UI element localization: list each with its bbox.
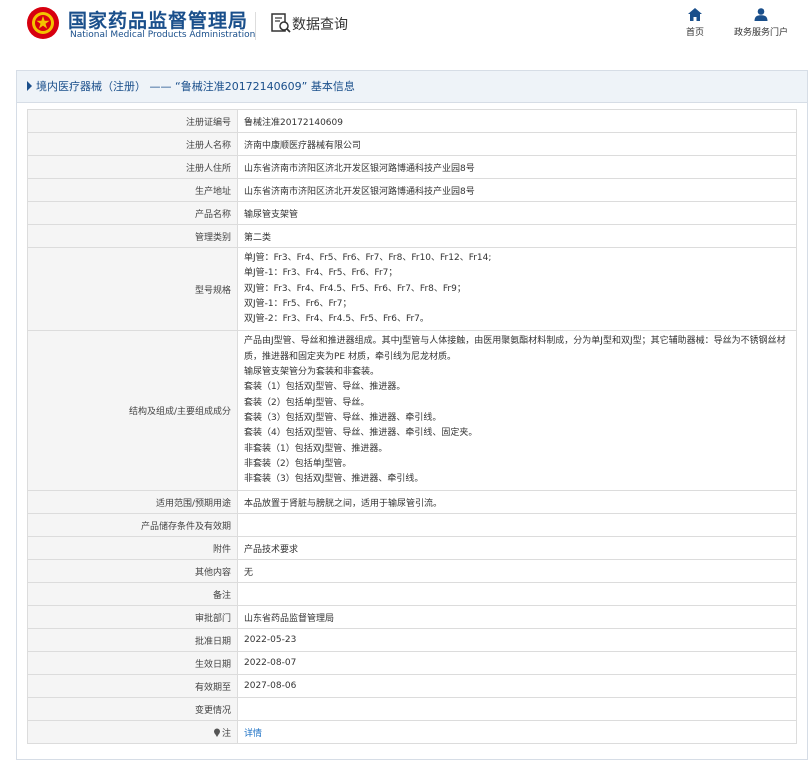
structure-line: 非套装（3）包括双J型管、推进器、牵引线。 xyxy=(244,474,424,485)
table-row: 有效期至 2027-08-06 xyxy=(27,674,797,699)
table-row: 备注 xyxy=(27,582,797,607)
field-value xyxy=(237,582,797,607)
structure-line: 套装（3）包括双J型管、导丝、推进器、牵引线。 xyxy=(244,412,442,423)
table-row: 审批部门 山东省药品监督管理局 xyxy=(27,605,797,630)
field-value: 第二类 xyxy=(237,224,797,248)
field-label: 变更情况 xyxy=(27,697,238,722)
model-line: 双J管-2：Fr3、Fr4、Fr4.5、Fr5、Fr6、Fr7。 xyxy=(244,314,429,325)
model-line: 双J管-1：Fr5、Fr6、Fr7； xyxy=(244,298,352,309)
user-icon xyxy=(754,8,768,21)
field-value: 山东省药品监督管理局 xyxy=(237,605,797,630)
field-label: 注册证编号 xyxy=(27,109,238,133)
structure-line: 非套装（1）包括双J型管、推进器。 xyxy=(244,443,388,454)
field-label: 有效期至 xyxy=(27,674,238,699)
table-row: 附件 产品技术要求 xyxy=(27,536,797,561)
table-row: 变更情况 xyxy=(27,697,797,722)
table-row: 注册人名称 济南中康顺医疗器械有限公司 xyxy=(27,132,797,156)
structure-line: 套装（2）包括单J型管、导丝。 xyxy=(244,397,370,408)
field-value: 产品由J型管、导丝和推进器组成。其中J型管与人体接触，由医用聚氨酯材料制成，分为… xyxy=(237,330,797,492)
note-label: 注 xyxy=(221,728,231,739)
header-divider xyxy=(255,12,256,40)
pin-icon xyxy=(213,728,220,737)
model-line: 双J管：Fr3、Fr4、Fr4.5、Fr5、Fr6、Fr7、Fr8、Fr9； xyxy=(244,283,466,294)
structure-line: 非套装（2）包括单J型管。 xyxy=(244,458,352,469)
field-value: 单J管：Fr3、Fr4、Fr5、Fr6、Fr7、Fr8、Fr10、Fr12、Fr… xyxy=(237,246,797,332)
table-row: 产品储存条件及有效期 xyxy=(27,513,797,538)
field-value: 济南中康顺医疗器械有限公司 xyxy=(237,132,797,156)
field-value: 山东省济南市济阳区济北开发区银河路博通科技产业园8号 xyxy=(237,155,797,179)
detail-table: 注册证编号 鲁械注准20172140609 注册人名称 济南中康顺医疗器械有限公… xyxy=(27,109,797,745)
field-label: 备注 xyxy=(27,582,238,607)
home-icon xyxy=(688,8,702,21)
brand-name-en: National Medical Products Administration xyxy=(70,30,256,40)
field-value: 输尿管支架管 xyxy=(237,201,797,225)
brand-name-cn: 国家药品监督管理局 xyxy=(68,10,249,32)
table-row: 注册证编号 鲁械注准20172140609 xyxy=(27,109,797,133)
table-row: 型号规格 单J管：Fr3、Fr4、Fr5、Fr6、Fr7、Fr8、Fr10、Fr… xyxy=(27,246,797,332)
field-value xyxy=(237,513,797,538)
field-label: 注册人住所 xyxy=(27,155,238,179)
table-row: 生产地址 山东省济南市济阳区济北开发区银河路博通科技产业园8号 xyxy=(27,178,797,202)
field-label: 其他内容 xyxy=(27,559,238,584)
table-row: 其他内容 无 xyxy=(27,559,797,584)
table-row: 批准日期 2022-05-23 xyxy=(27,628,797,653)
data-query-title: 数据查询 xyxy=(292,17,348,33)
field-label: 生产地址 xyxy=(27,178,238,202)
field-value: 鲁械注准20172140609 xyxy=(237,109,797,133)
field-label: 生效日期 xyxy=(27,651,238,676)
field-label: 批准日期 xyxy=(27,628,238,653)
panel-title: 境内医疗器械（注册） —— “鲁械注准20172140609” 基本信息 xyxy=(17,71,807,103)
model-line: 单J管-1：Fr3、Fr4、Fr5、Fr6、Fr7； xyxy=(244,268,398,279)
field-value: 2027-08-06 xyxy=(237,674,797,699)
nav-gov-service[interactable]: 政务服务门户 xyxy=(728,8,794,38)
field-label: 产品名称 xyxy=(27,201,238,225)
field-label: 审批部门 xyxy=(27,605,238,630)
field-label: 结构及组成/主要组成成分 xyxy=(27,330,238,492)
field-value: 2022-05-23 xyxy=(237,628,797,653)
site-header: 国家药品监督管理局 National Medical Products Admi… xyxy=(0,0,811,58)
detail-link[interactable]: 详情 xyxy=(244,729,262,739)
table-row: 结构及组成/主要组成成分 产品由J型管、导丝和推进器组成。其中J型管与人体接触，… xyxy=(27,330,797,492)
field-value: 山东省济南市济阳区济北开发区银河路博通科技产业园8号 xyxy=(237,178,797,202)
field-label: 管理类别 xyxy=(27,224,238,248)
field-value: 详情 xyxy=(237,720,797,745)
nav-home-label: 首页 xyxy=(685,28,704,38)
panel-title-text: 境内医疗器械（注册） —— “鲁械注准20172140609” 基本信息 xyxy=(36,80,355,93)
table-row: 产品名称 输尿管支架管 xyxy=(27,201,797,225)
table-row: 注册人住所 山东省济南市济阳区济北开发区银河路博通科技产业园8号 xyxy=(27,155,797,179)
field-label: 型号规格 xyxy=(27,246,238,332)
structure-line: 产品由J型管、导丝和推进器组成。其中J型管与人体接触，由医用聚氨酯材料制成，分为… xyxy=(244,336,786,362)
field-label: 注册人名称 xyxy=(27,132,238,156)
data-query-icon xyxy=(271,13,291,33)
structure-line: 套装（4）包括双J型管、导丝、推进器、牵引线、固定夹。 xyxy=(244,428,478,439)
national-emblem-icon xyxy=(27,7,59,39)
nav-gov-service-label: 政务服务门户 xyxy=(733,28,788,38)
table-row: 适用范围/预期用途 本品放置于肾脏与膀胱之间，适用于输尿管引流。 xyxy=(27,490,797,515)
field-label: 附件 xyxy=(27,536,238,561)
field-value: 2022-08-07 xyxy=(237,651,797,676)
field-value xyxy=(237,697,797,722)
table-row: 生效日期 2022-08-07 xyxy=(27,651,797,676)
structure-line: 输尿管支架管分为套装和非套装。 xyxy=(244,367,380,378)
field-value: 无 xyxy=(237,559,797,584)
field-value: 本品放置于肾脏与膀胱之间，适用于输尿管引流。 xyxy=(237,490,797,515)
field-value: 产品技术要求 xyxy=(237,536,797,561)
field-label: 注 xyxy=(27,720,238,745)
field-label: 产品储存条件及有效期 xyxy=(27,513,238,538)
nav-home[interactable]: 首页 xyxy=(680,8,710,38)
table-row: 注 详情 xyxy=(27,720,797,745)
table-row: 管理类别 第二类 xyxy=(27,224,797,248)
triangle-icon xyxy=(27,81,32,91)
detail-panel: 境内医疗器械（注册） —— “鲁械注准20172140609” 基本信息 注册证… xyxy=(16,70,808,760)
model-line: 单J管：Fr3、Fr4、Fr5、Fr6、Fr7、Fr8、Fr10、Fr12、Fr… xyxy=(244,253,492,263)
field-label: 适用范围/预期用途 xyxy=(27,490,238,515)
structure-line: 套装（1）包括双J型管、导丝、推进器。 xyxy=(244,382,406,393)
